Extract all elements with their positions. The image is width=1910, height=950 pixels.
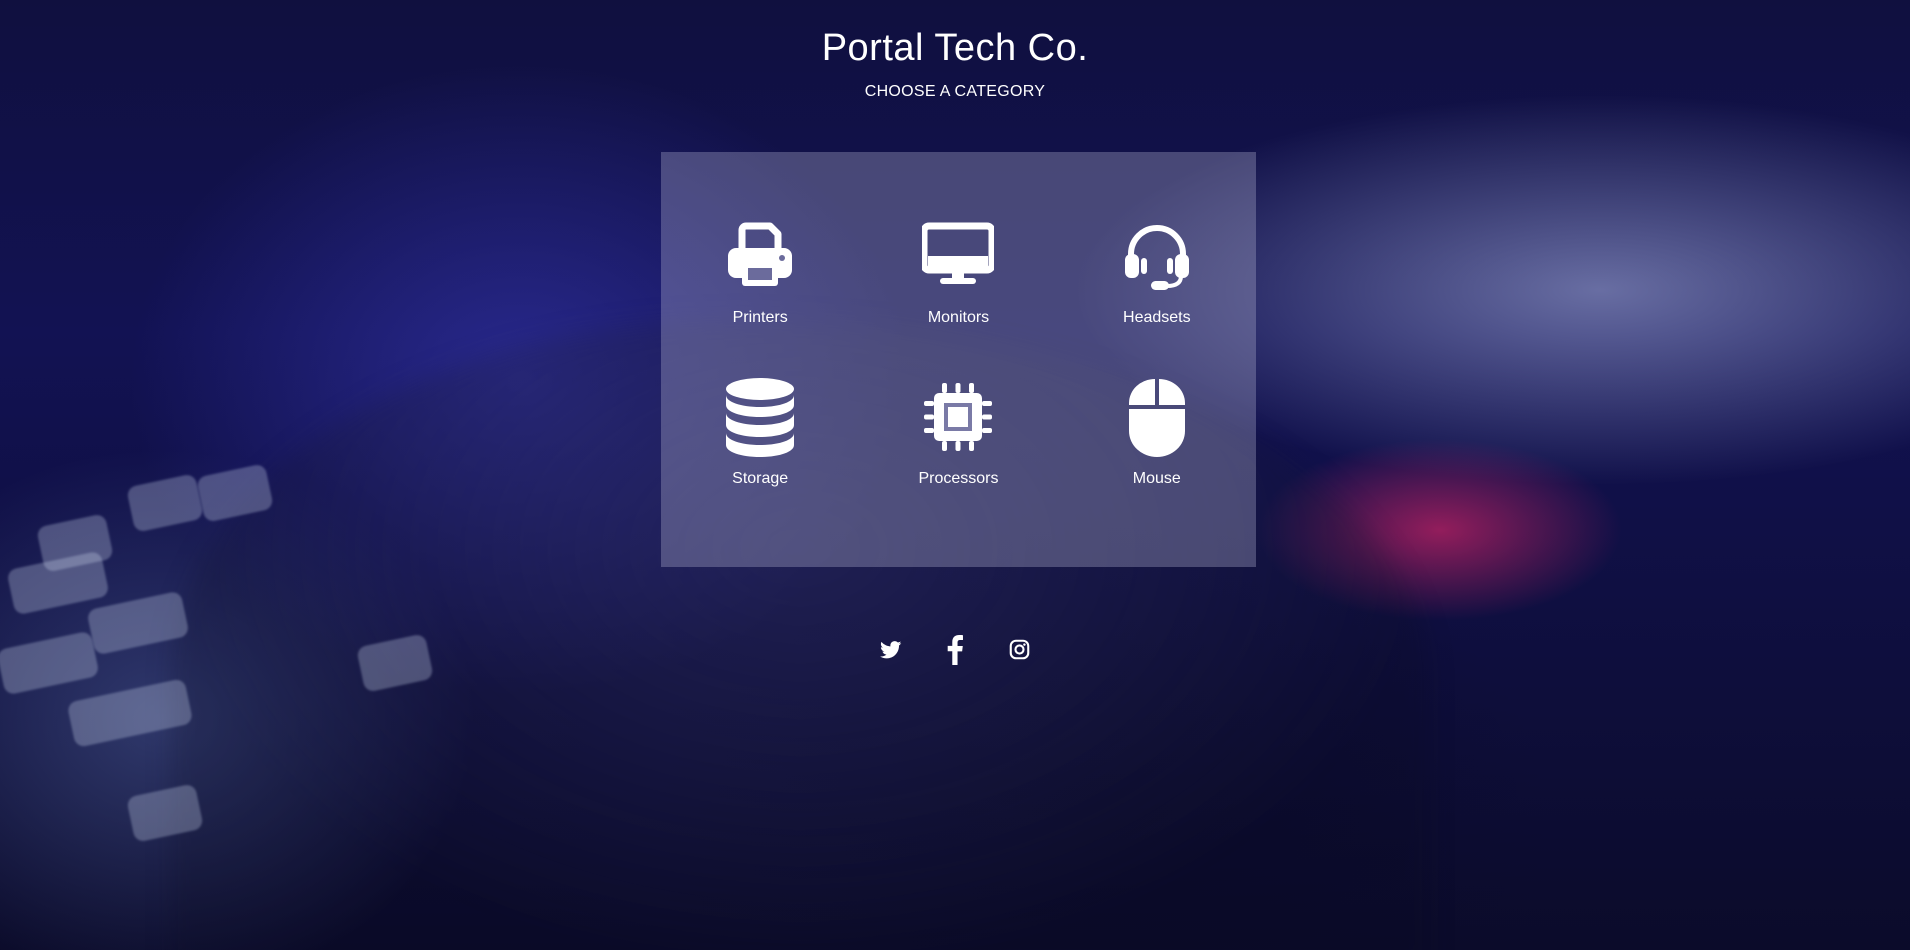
cpu-chip-icon	[920, 377, 996, 457]
category-processors[interactable]: Processors	[859, 377, 1057, 538]
instagram-link[interactable]	[1007, 636, 1031, 668]
social-links	[0, 634, 1910, 670]
facebook-icon	[946, 634, 964, 670]
category-label: Headsets	[1123, 309, 1191, 326]
page-subtitle: CHOOSE A CATEGORY	[864, 83, 1046, 100]
printer-icon	[722, 216, 798, 296]
twitter-link[interactable]	[879, 636, 903, 668]
twitter-icon	[880, 640, 902, 664]
mouse-icon	[1119, 377, 1195, 457]
category-mouse[interactable]: Mouse	[1058, 377, 1256, 538]
page-header: Portal Tech Co. CHOOSE A CATEGORY	[0, 24, 1910, 102]
monitor-icon	[920, 216, 996, 296]
category-storage[interactable]: Storage	[661, 377, 859, 538]
instagram-icon	[1009, 639, 1030, 665]
category-label: Processors	[918, 469, 999, 487]
category-label: Monitors	[927, 309, 990, 326]
facebook-link[interactable]	[943, 634, 967, 670]
category-panel: Printers Monitors Headsets Storage Proce…	[661, 152, 1256, 567]
category-headsets[interactable]: Headsets	[1058, 216, 1256, 377]
category-label: Mouse	[1132, 469, 1181, 487]
category-label: Printers	[732, 309, 788, 326]
headset-icon	[1119, 216, 1195, 296]
page-title: Portal Tech Co.	[821, 27, 1089, 69]
database-icon	[722, 377, 798, 457]
category-label: Storage	[732, 469, 789, 487]
category-printers[interactable]: Printers	[661, 216, 859, 377]
category-monitors[interactable]: Monitors	[859, 216, 1057, 377]
